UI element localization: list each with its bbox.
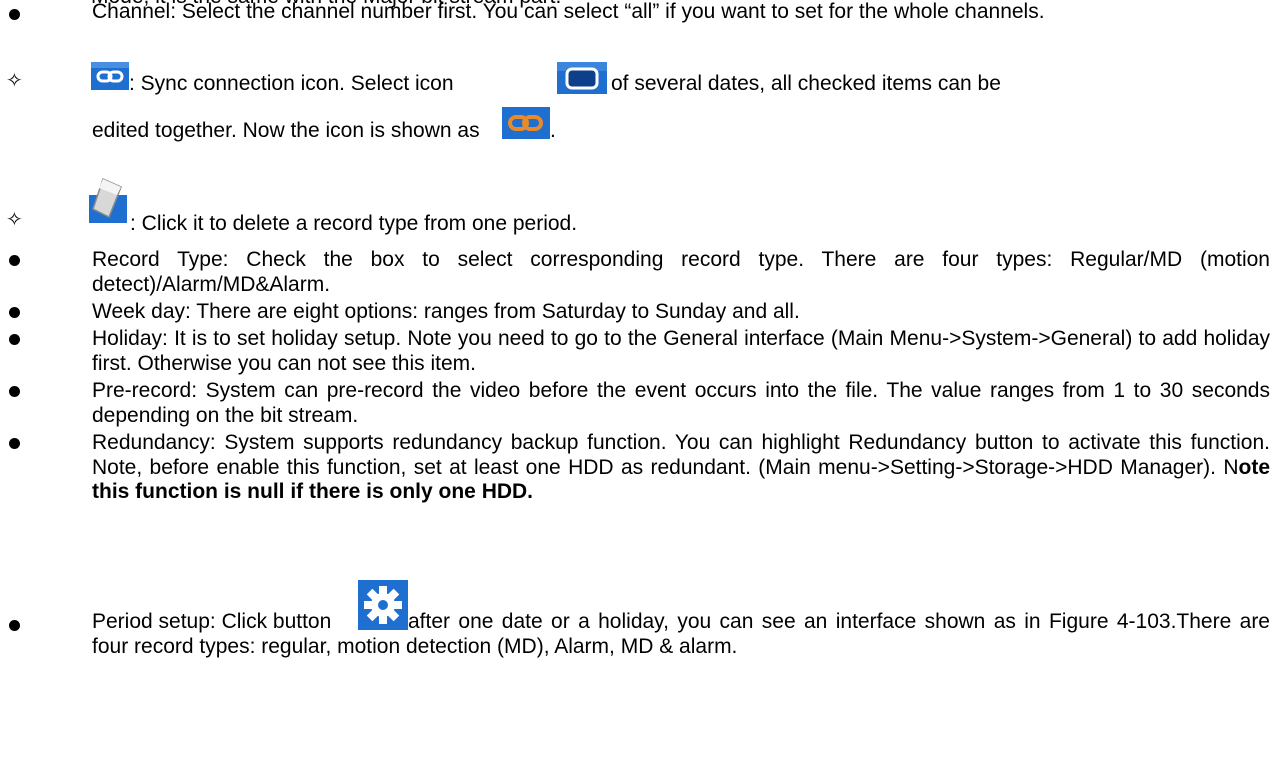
holiday-text: Holiday: It is to set holiday setup. Not…: [92, 327, 1270, 375]
delete-text: : Click it to delete a record type from …: [130, 212, 578, 235]
period-text-b: after one date or a holiday, you can see…: [92, 610, 1270, 658]
redundancy-text-regular: Redundancy: System supports redundancy b…: [92, 431, 1270, 479]
sync-text-a: : Sync connection icon. Select icon: [129, 72, 454, 95]
bullet-icon: [9, 334, 20, 345]
week-day-text: Week day: There are eight options: range…: [92, 300, 800, 323]
sync-text-end: .: [550, 119, 556, 142]
sync-active-icon: [502, 107, 550, 139]
sync-text-c: edited together. Now the icon is shown a…: [92, 119, 480, 142]
diamond-bullet-icon: ✧: [6, 70, 23, 92]
record-type-text: Record Type: Check the box to select cor…: [92, 248, 1270, 296]
bullet-icon: [9, 9, 20, 20]
bullet-icon: [9, 307, 20, 318]
bullet-icon: [9, 386, 20, 397]
sync-text-b: of several dates, all checked items can …: [611, 72, 1001, 95]
pre-record-text: Pre-record: System can pre-record the vi…: [92, 379, 1270, 427]
bullet-icon: [9, 438, 20, 449]
channel-text: Channel: Select the channel number first…: [92, 0, 1045, 23]
redundancy-text: Redundancy: System supports redundancy b…: [92, 431, 1270, 505]
checkbox-icon: [557, 62, 607, 94]
bullet-icon: [9, 255, 20, 266]
bullet-icon: [9, 620, 20, 631]
eraser-icon: [87, 175, 129, 223]
diamond-bullet-icon: ✧: [6, 209, 23, 231]
sync-connection-icon: [91, 62, 129, 90]
